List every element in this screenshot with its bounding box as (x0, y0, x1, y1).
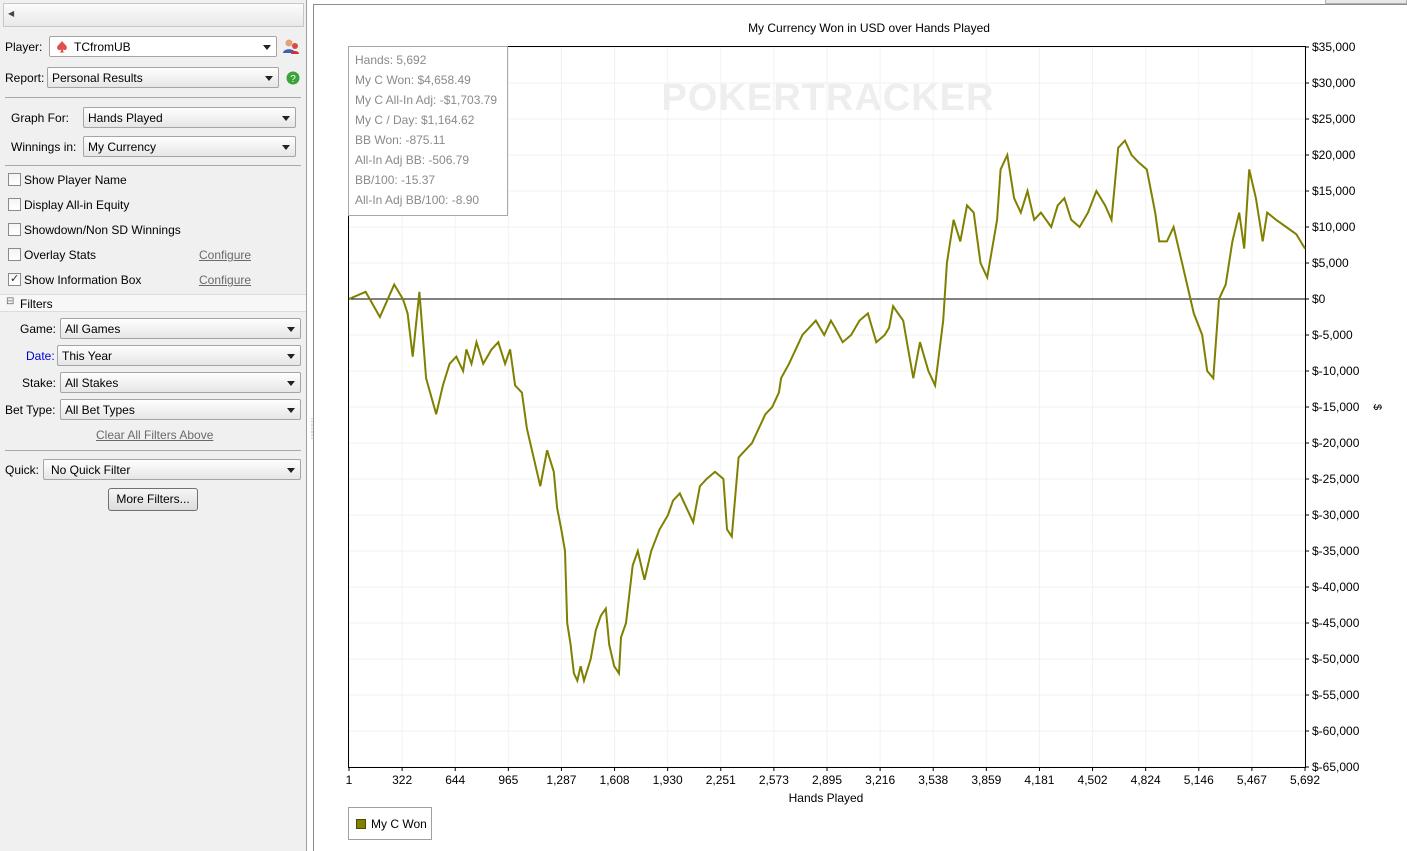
watermark: POKERTRACKER (662, 77, 995, 119)
y-tick-label: $-20,000 (1312, 436, 1360, 450)
y-tick-label: $-5,000 (1312, 328, 1353, 342)
y-tick-label: $20,000 (1312, 148, 1356, 162)
x-tick-label: 965 (498, 773, 518, 787)
info-bb-100: BB/100: -15.37 (355, 173, 436, 187)
info-all-in-adj: My C All-In Adj: -$1,703.79 (355, 93, 498, 107)
x-tick-label: 4,181 (1024, 773, 1054, 787)
results-chart: My Currency Won in USD over Hands Played… (346, 21, 1383, 805)
x-tick-label: 1,287 (546, 773, 576, 787)
y-tick-label: $-55,000 (1312, 688, 1360, 702)
info-all-in-adj-bb: All-In Adj BB: -506.79 (355, 153, 470, 167)
y-tick-label: $30,000 (1312, 76, 1356, 90)
x-tick-label: 1,608 (600, 773, 630, 787)
info-bb-won: BB Won: -875.11 (355, 133, 446, 147)
y-tick-label: $35,000 (1312, 40, 1356, 54)
y-tick-label: $-10,000 (1312, 364, 1360, 378)
info-per-day: My C / Day: $1,164.62 (355, 113, 475, 127)
x-tick-label: 4,502 (1078, 773, 1108, 787)
y-tick-label: $-65,000 (1312, 760, 1360, 774)
y-axis-label: $ (1371, 404, 1383, 410)
y-tick-label: $15,000 (1312, 184, 1356, 198)
y-tick-label: $-40,000 (1312, 580, 1360, 594)
info-my-c-won: My C Won: $4,658.49 (355, 73, 471, 87)
y-axis: $35,000 $30,000 $25,000 $20,000 $15,000 $10,0… (1305, 40, 1360, 774)
info-hands: Hands: 5,692 (355, 53, 427, 67)
x-tick-label: 4,824 (1131, 773, 1161, 787)
info-all-in-adj-bb-100: All-In Adj BB/100: -8.90 (355, 193, 480, 207)
y-tick-label: $25,000 (1312, 112, 1356, 126)
x-tick-label: 2,895 (812, 773, 842, 787)
y-tick-label: $-45,000 (1312, 616, 1360, 630)
y-tick-label: $10,000 (1312, 220, 1356, 234)
y-tick-label: $-50,000 (1312, 652, 1360, 666)
chart-legend: My C Won (348, 807, 432, 840)
x-tick-label: 3,538 (918, 773, 948, 787)
y-tick-label: $-30,000 (1312, 508, 1360, 522)
y-tick-label: $0 (1312, 292, 1326, 306)
x-axis: 1 322 644 965 1,287 1,608 1,930 2,251 2,573 2,895… (346, 767, 1320, 787)
y-tick-label: $-35,000 (1312, 544, 1360, 558)
x-tick-label: 5,692 (1290, 773, 1320, 787)
y-tick-label: $5,000 (1312, 256, 1349, 270)
x-tick-label: 2,573 (759, 773, 789, 787)
x-tick-label: 3,859 (971, 773, 1001, 787)
x-tick-label: 1,930 (653, 773, 683, 787)
legend-label: My C Won (371, 817, 427, 831)
x-tick-label: 5,146 (1184, 773, 1214, 787)
x-tick-label: 644 (445, 773, 465, 787)
x-tick-label: 2,251 (706, 773, 736, 787)
x-axis-label: Hands Played (789, 791, 864, 805)
legend-swatch (356, 819, 366, 829)
x-tick-label: 1 (346, 773, 353, 787)
x-tick-label: 322 (392, 773, 412, 787)
y-tick-label: $-15,000 (1312, 400, 1360, 414)
information-box: Hands: 5,692 My C Won: $4,658.49 My C Al… (348, 46, 508, 216)
chart-title: My Currency Won in USD over Hands Played (748, 21, 990, 35)
y-tick-label: $-25,000 (1312, 472, 1360, 486)
y-tick-label: $-60,000 (1312, 724, 1360, 738)
x-tick-label: 5,467 (1237, 773, 1267, 787)
x-tick-label: 3,216 (865, 773, 895, 787)
